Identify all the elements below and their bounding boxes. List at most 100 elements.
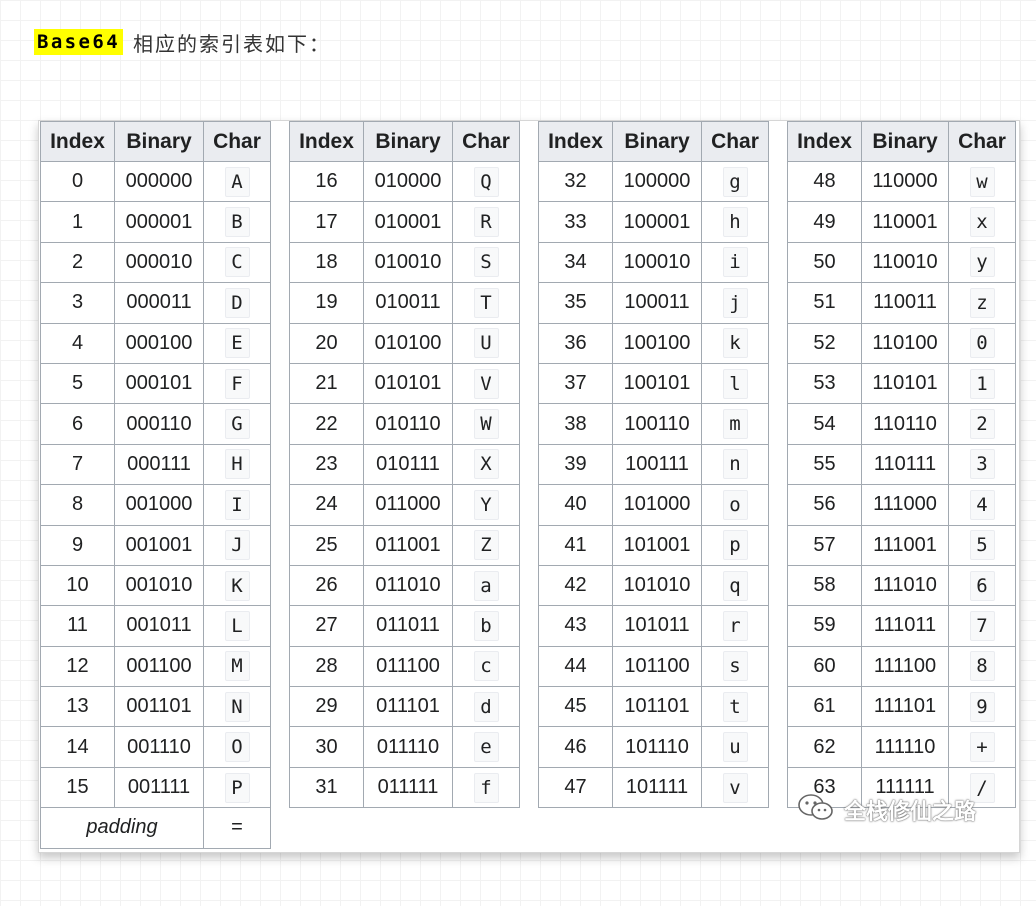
char-code: k — [722, 328, 748, 359]
char-cell: A — [203, 160, 271, 203]
char-cell: a — [452, 564, 520, 607]
char-code: 7 — [969, 610, 995, 641]
char-cell: C — [203, 241, 271, 284]
column-header-index: Index — [289, 121, 364, 162]
table-row: 60 111100 8 — [787, 645, 1016, 688]
heading-text: 相应的索引表如下： — [133, 33, 332, 56]
binary-cell: 101010 — [612, 564, 702, 607]
char-code: 0 — [969, 328, 995, 359]
index-cell: 60 — [787, 645, 862, 688]
index-cell: 47 — [538, 766, 613, 809]
binary-cell: 011011 — [363, 605, 453, 647]
binary-cell: 111001 — [861, 524, 949, 566]
base64-index-table-image: Index Binary Char 0 000000 A 1 000001 B 2 00001… — [38, 120, 1020, 853]
char-cell: b — [452, 605, 520, 647]
index-cell: 33 — [538, 201, 613, 243]
index-cell: 28 — [289, 645, 364, 688]
column-header-binary: Binary — [861, 121, 949, 162]
char-code: v — [722, 772, 748, 803]
index-cell: 53 — [787, 362, 862, 405]
char-cell: G — [203, 403, 271, 445]
table-row: 21 010101 V — [289, 362, 520, 405]
table-row: 41 101001 p — [538, 524, 769, 566]
table-row: 34 100010 i — [538, 241, 769, 284]
index-cell: 49 — [787, 201, 862, 243]
char-code: L — [224, 610, 250, 641]
char-cell: i — [701, 241, 769, 284]
char-cell: O — [203, 726, 271, 768]
index-cell: 30 — [289, 726, 364, 768]
index-cell: 14 — [40, 726, 115, 768]
table-block: Index Binary Char 32 100000 g 33 100001 h 34 10… — [538, 121, 769, 809]
char-code: z — [969, 287, 995, 318]
char-cell: k — [701, 322, 769, 364]
binary-cell: 011010 — [363, 564, 453, 607]
table-row: 48 110000 w — [787, 160, 1016, 203]
index-cell: 22 — [289, 403, 364, 445]
char-code: o — [722, 489, 748, 520]
index-cell: 24 — [289, 484, 364, 526]
binary-cell: 101001 — [612, 524, 702, 566]
watermark-text: 全栈修仙之路 — [844, 799, 977, 824]
binary-cell: 100001 — [612, 201, 702, 243]
table-row: 17 010001 R — [289, 201, 520, 243]
index-cell: 15 — [40, 766, 115, 809]
table-row: 6 000110 G — [40, 403, 271, 445]
index-cell: 25 — [289, 524, 364, 566]
padding-row: padding = — [40, 807, 271, 849]
char-cell: R — [452, 201, 520, 243]
binary-cell: 100101 — [612, 362, 702, 405]
index-cell: 26 — [289, 564, 364, 607]
char-cell: 6 — [948, 564, 1016, 607]
char-cell: B — [203, 201, 271, 243]
table-row: 37 100101 l — [538, 362, 769, 405]
binary-cell: 000110 — [114, 403, 204, 445]
char-cell: L — [203, 605, 271, 647]
char-code: K — [224, 570, 250, 601]
char-cell: 2 — [948, 403, 1016, 445]
column-header-char: Char — [203, 121, 271, 162]
table-row: 7 000111 H — [40, 443, 271, 486]
table-row: 14 001110 O — [40, 726, 271, 768]
index-cell: 44 — [538, 645, 613, 688]
binary-cell: 010001 — [363, 201, 453, 243]
table-row: 36 100100 k — [538, 322, 769, 364]
char-code: r — [722, 610, 748, 641]
table-row: 62 111110 + — [787, 726, 1016, 768]
binary-cell: 010110 — [363, 403, 453, 445]
table-row: 57 111001 5 — [787, 524, 1016, 566]
column-header-char: Char — [701, 121, 769, 162]
index-cell: 62 — [787, 726, 862, 768]
char-code: T — [473, 287, 499, 318]
table-row: 58 111010 6 — [787, 564, 1016, 607]
binary-cell: 001101 — [114, 686, 204, 728]
char-cell: h — [701, 201, 769, 243]
char-cell: p — [701, 524, 769, 566]
binary-cell: 100100 — [612, 322, 702, 364]
index-cell: 52 — [787, 322, 862, 364]
index-cell: 41 — [538, 524, 613, 566]
binary-cell: 011100 — [363, 645, 453, 688]
column-header-binary: Binary — [363, 121, 453, 162]
binary-cell: 111110 — [861, 726, 949, 768]
index-cell: 54 — [787, 403, 862, 445]
table-row: 23 010111 X — [289, 443, 520, 486]
binary-cell: 011111 — [363, 766, 453, 809]
char-code: a — [473, 570, 499, 601]
binary-cell: 000100 — [114, 322, 204, 364]
char-cell: E — [203, 322, 271, 364]
char-cell: e — [452, 726, 520, 768]
char-code: 4 — [969, 489, 995, 520]
char-cell: X — [452, 443, 520, 486]
binary-cell: 110110 — [861, 403, 949, 445]
table-row: 26 011010 a — [289, 564, 520, 607]
char-code: d — [473, 691, 499, 722]
char-cell: 5 — [948, 524, 1016, 566]
column-header-index: Index — [787, 121, 862, 162]
char-cell: t — [701, 686, 769, 728]
char-code: Q — [473, 166, 499, 197]
binary-cell: 001010 — [114, 564, 204, 607]
char-cell: l — [701, 362, 769, 405]
index-cell: 1 — [40, 201, 115, 243]
table-row: 46 101110 u — [538, 726, 769, 768]
